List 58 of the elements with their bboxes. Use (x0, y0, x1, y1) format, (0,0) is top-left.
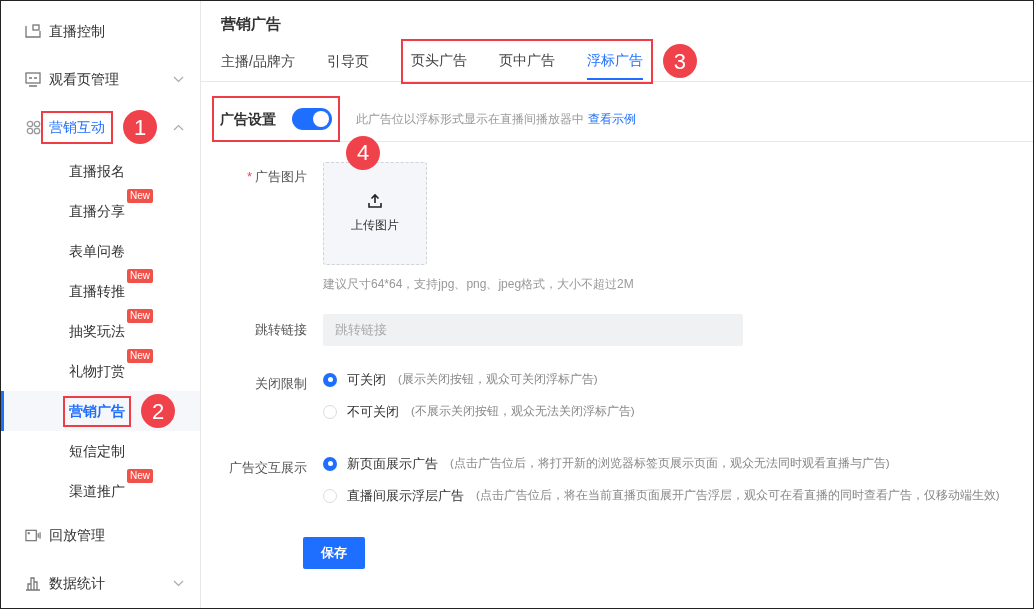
sidebar-subitem[interactable]: 直播转推 (69, 280, 125, 302)
sidebar-subitem[interactable]: 渠道推广 (69, 480, 125, 502)
new-badge: New (127, 348, 153, 363)
upload-hint: 建议尺寸64*64，支持jpg、png、jpeg格式，大小不超过2M (323, 275, 634, 293)
option-note: (点击广告位后，将在当前直播页面展开广告浮层，观众可在看直播的同时查看广告，仅移动端生效) (476, 487, 1000, 503)
setting-description: 此广告位以浮标形式显示在直播间播放器中 (356, 111, 584, 128)
sidebar-item[interactable]: 回放管理 (49, 524, 105, 546)
field-label: 广告交互展示 (229, 458, 307, 477)
option-note: (不展示关闭按钮，观众无法关闭浮标广告) (411, 403, 635, 419)
callout-marker: 1 (123, 110, 157, 144)
sidebar-item[interactable]: 数据统计 (49, 572, 105, 594)
tab[interactable]: 页中广告 (498, 49, 555, 80)
sidebar-subitem[interactable]: 营销广告 (63, 395, 131, 427)
page-title: 营销广告 (220, 14, 282, 34)
panel-icon (25, 24, 41, 38)
option-note: (展示关闭按钮，观众可关闭浮标广告) (398, 371, 598, 387)
tab[interactable]: 引导页 (326, 50, 369, 81)
setting-label: 广告设置 (220, 109, 276, 129)
save-button[interactable]: 保存 (303, 536, 365, 569)
sidebar-subitem[interactable]: 直播报名 (69, 160, 125, 182)
example-link[interactable]: 查看示例 (588, 110, 636, 128)
sidebar-subitem[interactable]: 抽奖玩法 (69, 320, 125, 342)
radio-button[interactable] (323, 372, 337, 387)
tab[interactable]: 浮标广告 (586, 49, 643, 80)
callout-marker: 2 (141, 394, 175, 428)
radio-label: 可关闭 (347, 370, 386, 389)
sidebar-item[interactable]: 直播控制 (49, 20, 105, 42)
sidebar-item[interactable]: 观看页管理 (49, 68, 119, 90)
sidebar-subitem[interactable]: 表单问卷 (69, 240, 125, 262)
upload-icon (368, 192, 382, 208)
radio-label: 不可关闭 (347, 402, 399, 421)
sidebar-item[interactable]: 营销互动 (41, 110, 113, 144)
tab[interactable]: 页头广告 (410, 49, 467, 80)
sidebar-subitem[interactable]: 短信定制 (69, 440, 125, 462)
video-icon (25, 528, 41, 542)
field-label: 广告图片 (255, 167, 307, 186)
required-mark: * (246, 167, 252, 186)
option-note: (点击广告位后，将打开新的浏览器标签页展示页面，观众无法同时观看直播与广告) (450, 455, 890, 471)
radio-label: 新页面展示广告 (347, 454, 438, 473)
field-label: 跳转链接 (255, 320, 307, 339)
grid-icon (25, 119, 41, 135)
monitor-icon (25, 71, 41, 87)
new-badge: New (127, 468, 153, 483)
new-badge: New (127, 188, 153, 203)
sidebar-subitem[interactable]: 直播分享 (69, 200, 125, 222)
upload-box[interactable]: 上传图片 (323, 161, 427, 265)
tab[interactable]: 主播/品牌方 (221, 50, 295, 81)
new-badge: New (127, 308, 153, 323)
new-badge: New (127, 268, 153, 283)
radio-button[interactable] (323, 456, 337, 471)
callout-marker: 4 (346, 135, 380, 170)
callout-marker: 3 (662, 44, 697, 78)
toggle-switch[interactable] (292, 108, 332, 130)
radio-label: 直播间展示浮层广告 (347, 486, 464, 505)
sidebar-subitem[interactable]: 礼物打赏 (69, 360, 125, 382)
bar-chart-icon (25, 575, 41, 591)
field-label: 关闭限制 (255, 374, 307, 393)
link-input[interactable]: 跳转链接 (323, 313, 743, 346)
